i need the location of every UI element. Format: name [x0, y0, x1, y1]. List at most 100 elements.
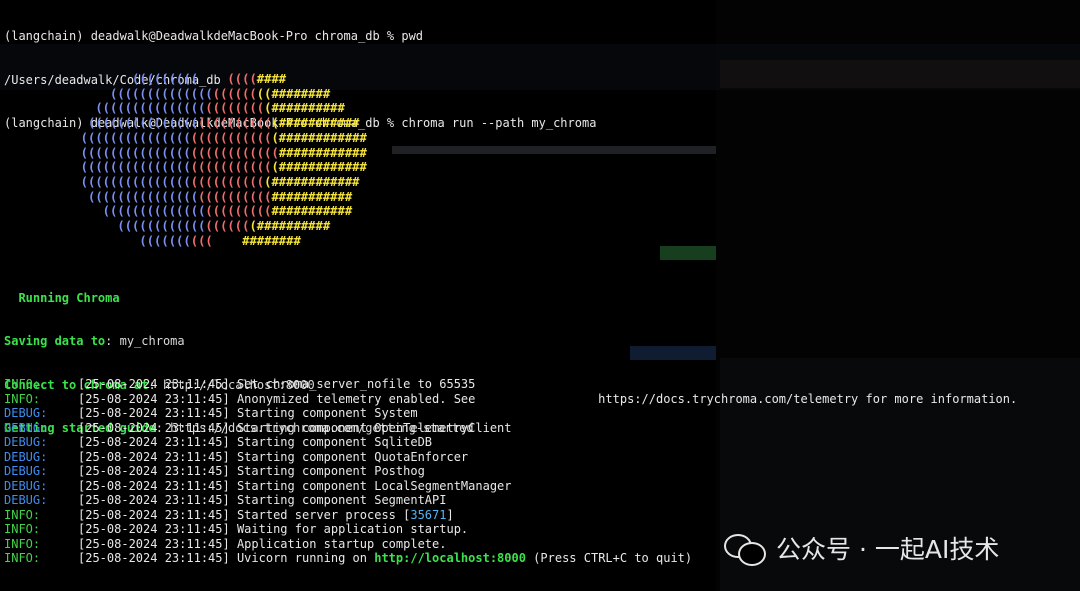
background-window-blue-field: [630, 346, 716, 360]
logo-segment: ((((((((((: [198, 189, 272, 204]
logo-segment: (((((((((: [66, 72, 199, 86]
log-timestamp: [25-08-2024 23:11:45]: [78, 377, 230, 391]
log-message: Starting component QuotaEnforcer: [236, 449, 469, 464]
background-window-bar: [392, 146, 716, 154]
logo-row: (((((((((((((((((((((((((((############: [66, 146, 367, 161]
logo-segment: (############: [271, 130, 367, 145]
log-message: Set chroma_server_nofile to 65535: [236, 377, 476, 391]
logo-segment: ((((((((((((: [190, 145, 279, 160]
logo-row: ((((((((((((((((((((((((##########: [66, 101, 367, 116]
log-timestamp: [25-08-2024 23:11:45]: [78, 435, 230, 449]
log-line: DEBUG: [25-08-2024 23:11:45] Starting com…: [4, 406, 1017, 421]
logo-segment: (((((((((((: [190, 160, 272, 175]
log-message: Starting component SqliteDB: [236, 435, 433, 449]
log-line: INFO: [25-08-2024 23:11:45] Set chroma_se…: [4, 377, 1017, 392]
log-timestamp: [25-08-2024 23:11:45]: [78, 478, 230, 493]
logo-segment: (((((((((: [205, 204, 272, 219]
running-chroma-label: Running Chroma: [18, 290, 120, 305]
log-timestamp: [25-08-2024 23:11:45]: [78, 449, 230, 464]
logo-row: ((((((((((((((((((((((((((###########: [66, 116, 367, 131]
log-level: DEBUG:: [4, 464, 48, 478]
config-line-data-path: Saving data to: my_chroma: [4, 334, 185, 348]
log-message-tail: ]: [446, 507, 454, 522]
log-line: INFO: [25-08-2024 23:11:45] Started serve…: [4, 508, 1017, 523]
log-line: DEBUG: [25-08-2024 23:11:45] Starting com…: [4, 479, 1017, 494]
logo-row: (((((((((((((((((((##########: [66, 219, 367, 234]
log-timestamp: [25-08-2024 23:11:45]: [78, 493, 230, 507]
wechat-icon: [724, 530, 766, 566]
log-message: Starting component SegmentAPI: [236, 493, 447, 507]
log-timestamp: [25-08-2024 23:11:45]: [78, 406, 230, 420]
config-label: Saving data to: [4, 334, 106, 348]
log-message: Uvicorn running on: [236, 551, 375, 565]
log-level: DEBUG:: [4, 449, 48, 464]
log-timestamp: [25-08-2024 23:11:45]: [78, 536, 230, 551]
logo-segment: ############: [278, 145, 367, 160]
logo-segment: (((((((: [66, 233, 191, 248]
log-message: Starting component Posthog: [236, 464, 425, 478]
logo-row: (((((((((( ########: [66, 234, 367, 249]
logo-row: ((((((((((((((((((((((((((############: [66, 175, 367, 190]
running-status: Running Chroma: [4, 276, 120, 305]
log-level: DEBUG:: [4, 420, 48, 435]
log-level: DEBUG:: [4, 493, 48, 507]
log-level: INFO:: [4, 507, 41, 522]
logo-segment: (############: [271, 160, 367, 175]
log-message: Application startup complete.: [236, 536, 447, 551]
log-line: INFO: [25-08-2024 23:11:45] Anonymized te…: [4, 392, 1017, 407]
log-level: INFO:: [4, 536, 41, 551]
log-message: Started server process [: [236, 507, 411, 522]
log-line: DEBUG: [25-08-2024 23:11:45] Starting com…: [4, 421, 1017, 436]
logo-segment: ########: [212, 233, 301, 248]
log-line: DEBUG: [25-08-2024 23:11:45] Starting com…: [4, 450, 1017, 465]
logo-row: ((((((((((((((((((((((########: [66, 87, 367, 102]
background-window-green-button: [660, 246, 716, 260]
log-level: DEBUG:: [4, 478, 48, 493]
logo-segment: (((((((((((((((: [66, 130, 191, 145]
logo-segment: (((((((((((((((: [66, 174, 191, 189]
log-line: DEBUG: [25-08-2024 23:11:45] Starting com…: [4, 493, 1017, 508]
process-id: 35671: [410, 507, 447, 522]
logo-segment: (((((((((((((((: [66, 145, 191, 160]
logo-segment: ((((((((((: [190, 174, 265, 189]
log-level: INFO:: [4, 522, 41, 536]
log-timestamp: [25-08-2024 23:11:45]: [78, 464, 230, 478]
config-value: my_chroma: [119, 334, 185, 348]
log-level: INFO:: [4, 391, 41, 406]
log-message: Anonymized telemetry enabled. See https:…: [236, 391, 1018, 406]
logo-segment: (((((((((((: [190, 130, 272, 145]
logo-segment: (((((((((((((((: [66, 116, 199, 131]
logo-segment: ((((: [198, 72, 257, 86]
logo-segment: ((((((((((((((: [66, 86, 213, 101]
log-line: DEBUG: [25-08-2024 23:11:45] Starting com…: [4, 464, 1017, 479]
logo-segment: ###########: [271, 204, 353, 219]
log-message: Starting component OpenTelemetryClient: [236, 420, 512, 435]
server-url[interactable]: http://localhost:8000: [374, 551, 526, 565]
log-level: INFO:: [4, 551, 41, 565]
log-message-tail: (Press CTRL+C to quit): [525, 551, 693, 565]
log-message: Starting component System: [236, 406, 418, 420]
log-message: Starting component LocalSegmentManager: [236, 478, 512, 493]
logo-segment: ((((((: [205, 219, 250, 234]
watermark-text: 公众号 · 一起AI技术: [776, 535, 1000, 564]
logo-segment: ####: [256, 72, 287, 86]
logo-row: ((((((((( ((((####: [66, 72, 367, 87]
logo-segment: ((########: [256, 86, 331, 101]
logo-segment: ###########: [271, 189, 353, 204]
logo-segment: ((((((((: [205, 101, 265, 116]
logo-segment: ((((((((((: [198, 116, 272, 131]
logo-row: (((((((((((((((((((((((((###########: [66, 190, 367, 205]
log-message: Waiting for application startup.: [236, 522, 469, 536]
log-timestamp: [25-08-2024 23:11:45]: [78, 522, 230, 536]
chroma-ascii-logo: ((((((((( ((((#### (((((((((((((((((((((…: [66, 72, 367, 248]
logo-segment: ((((((((((((((: [66, 204, 206, 219]
log-timestamp: [25-08-2024 23:11:45]: [78, 420, 230, 435]
log-timestamp: [25-08-2024 23:11:45]: [78, 391, 230, 406]
log-timestamp: [25-08-2024 23:11:45]: [78, 507, 230, 522]
log-level: DEBUG:: [4, 435, 48, 449]
log-line: DEBUG: [25-08-2024 23:11:45] Starting com…: [4, 435, 1017, 450]
logo-row: (((((((((((((((((((((((((((############: [66, 160, 367, 175]
logo-segment: (###########: [271, 116, 360, 131]
logo-segment: ((((((((((((: [66, 219, 206, 234]
logo-segment: (((((((((((((((: [66, 189, 199, 204]
